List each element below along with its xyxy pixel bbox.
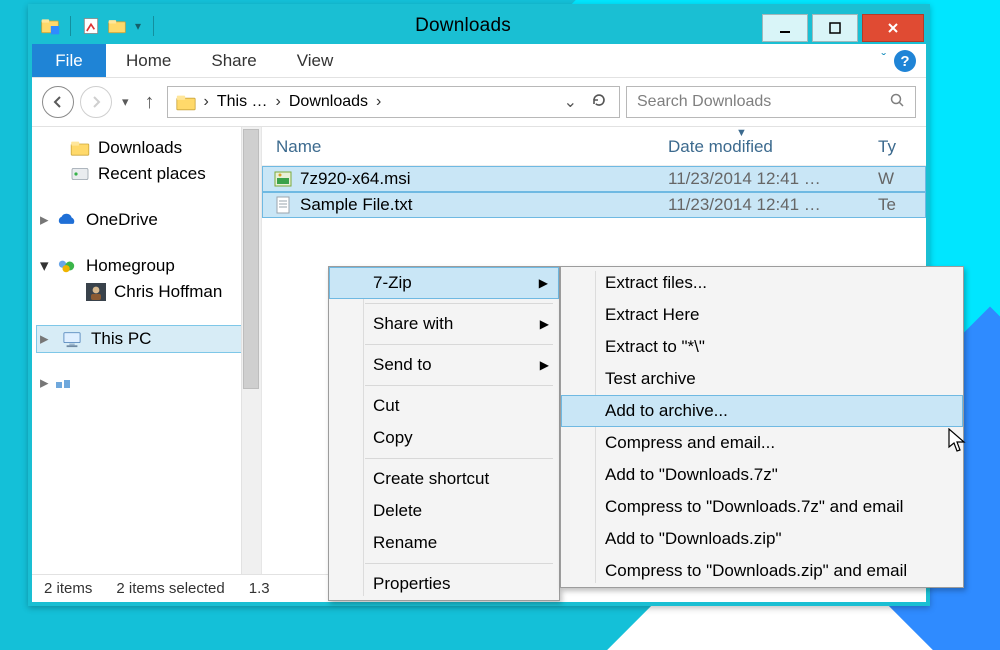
forward-button[interactable]: [80, 86, 112, 118]
navtree-homegroup[interactable]: ▾ Homegroup: [32, 253, 261, 279]
search-placeholder: Search Downloads: [637, 93, 771, 111]
menu-create-shortcut[interactable]: Create shortcut: [329, 463, 559, 495]
menu-copy[interactable]: Copy: [329, 422, 559, 454]
submenu-compress-email[interactable]: Compress and email...: [561, 427, 963, 459]
file-type: W: [878, 169, 912, 189]
scrollbar-thumb[interactable]: [243, 129, 259, 389]
submenu-arrow-icon: ▶: [540, 358, 549, 372]
explorer-icon: [40, 16, 60, 36]
title-bar[interactable]: ▾ Downloads: [32, 8, 926, 44]
menu-7zip[interactable]: 7-Zip▶: [329, 267, 559, 299]
navtree-recent-places[interactable]: Recent places: [32, 161, 261, 187]
menu-cut[interactable]: Cut: [329, 390, 559, 422]
navigation-pane: Downloads Recent places ▸ OneDrive ▾ Hom…: [32, 127, 262, 574]
search-icon: [889, 92, 905, 113]
chevron-right-icon[interactable]: ▸: [40, 373, 49, 393]
submenu-add-zip[interactable]: Add to "Downloads.zip": [561, 523, 963, 555]
submenu-test-archive[interactable]: Test archive: [561, 363, 963, 395]
submenu-add-to-archive[interactable]: Add to archive...: [561, 395, 963, 427]
history-dropdown-icon[interactable]: ▾: [118, 94, 133, 110]
file-row[interactable]: Sample File.txt 11/23/2014 12:41 … Te: [262, 192, 926, 218]
close-button[interactable]: [862, 14, 924, 42]
submenu-extract-to[interactable]: Extract to "*\": [561, 331, 963, 363]
minimize-button[interactable]: [762, 14, 808, 42]
submenu-arrow-icon: ▶: [539, 276, 548, 290]
maximize-button[interactable]: [812, 14, 858, 42]
address-dropdown-icon[interactable]: ⌄: [564, 92, 577, 112]
qat-dropdown-icon[interactable]: ▾: [133, 19, 143, 33]
cursor-icon: [948, 428, 968, 459]
column-name[interactable]: Name: [276, 137, 668, 157]
menu-send-to[interactable]: Send to▶: [329, 349, 559, 381]
chevron-down-icon[interactable]: ▾: [40, 256, 49, 276]
submenu-compress-7z-email[interactable]: Compress to "Downloads.7z" and email: [561, 491, 963, 523]
navigation-row: ▾ ↑ › This … Downloads ⌄ Search Download…: [32, 78, 926, 126]
status-size: 1.3: [249, 580, 270, 597]
chevron-right-icon[interactable]: ▸: [40, 329, 49, 349]
search-box[interactable]: Search Downloads: [626, 86, 916, 118]
address-bar[interactable]: › This … Downloads ⌄: [167, 86, 620, 118]
menu-properties[interactable]: Properties: [329, 568, 559, 600]
ribbon-collapse-icon[interactable]: ˇ: [881, 50, 886, 77]
file-name: Sample File.txt: [300, 195, 668, 215]
submenu-extract-files[interactable]: Extract files...: [561, 267, 963, 299]
menu-delete[interactable]: Delete: [329, 495, 559, 527]
context-submenu-7zip: Extract files... Extract Here Extract to…: [560, 266, 964, 588]
quick-access-toolbar: ▾: [32, 16, 166, 36]
tab-home[interactable]: Home: [106, 44, 191, 77]
new-folder-icon[interactable]: [107, 16, 127, 36]
context-menu: 7-Zip▶ Share with▶ Send to▶ Cut Copy Cre…: [328, 266, 560, 601]
navtree-user[interactable]: Chris Hoffman: [32, 279, 261, 305]
column-type[interactable]: Ty: [878, 137, 912, 157]
file-tab[interactable]: File: [32, 44, 106, 77]
help-icon[interactable]: ?: [894, 50, 916, 72]
navtree-downloads[interactable]: Downloads: [32, 135, 261, 161]
submenu-extract-here[interactable]: Extract Here: [561, 299, 963, 331]
sort-indicator-icon: ▼: [736, 127, 747, 139]
column-date[interactable]: ▼ Date modified: [668, 137, 878, 157]
navtree-onedrive[interactable]: ▸ OneDrive: [32, 207, 261, 233]
column-headers[interactable]: Name ▼ Date modified Ty: [262, 127, 926, 166]
submenu-compress-zip-email[interactable]: Compress to "Downloads.zip" and email: [561, 555, 963, 587]
refresh-button[interactable]: [587, 92, 611, 113]
file-date: 11/23/2014 12:41 …: [668, 169, 878, 189]
file-date: 11/23/2014 12:41 …: [668, 195, 878, 215]
back-button[interactable]: [42, 86, 74, 118]
tab-share[interactable]: Share: [191, 44, 276, 77]
msi-icon: [272, 170, 294, 188]
menu-rename[interactable]: Rename: [329, 527, 559, 559]
file-type: Te: [878, 195, 912, 215]
up-button[interactable]: ↑: [139, 91, 161, 114]
file-row[interactable]: 7z920-x64.msi 11/23/2014 12:41 … W: [262, 166, 926, 192]
submenu-arrow-icon: ▶: [540, 317, 549, 331]
properties-icon[interactable]: [81, 16, 101, 36]
breadcrumb[interactable]: This …: [217, 93, 281, 111]
status-selected: 2 items selected: [116, 580, 224, 597]
tab-view[interactable]: View: [277, 44, 354, 77]
navpane-scrollbar[interactable]: [241, 127, 261, 574]
ribbon: File Home Share View ˇ ?: [32, 44, 926, 78]
navtree-this-pc[interactable]: ▸ This PC: [36, 325, 257, 353]
folder-icon: [176, 94, 196, 110]
txt-icon: [272, 196, 294, 214]
navtree-more[interactable]: ▸: [32, 373, 261, 393]
menu-share-with[interactable]: Share with▶: [329, 308, 559, 340]
status-count: 2 items: [44, 580, 92, 597]
chevron-right-icon[interactable]: ▸: [40, 210, 49, 230]
breadcrumb[interactable]: Downloads: [289, 93, 381, 111]
file-name: 7z920-x64.msi: [300, 169, 668, 189]
window-title: Downloads: [166, 15, 760, 37]
submenu-add-7z[interactable]: Add to "Downloads.7z": [561, 459, 963, 491]
